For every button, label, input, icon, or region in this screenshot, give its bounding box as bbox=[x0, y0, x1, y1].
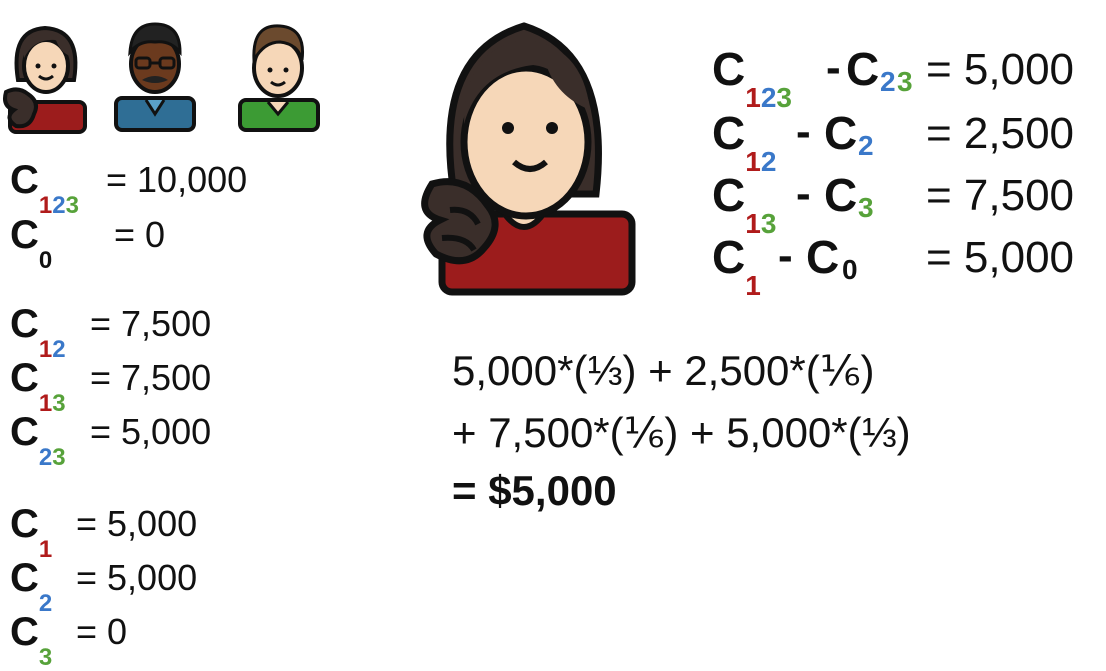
value: = 10,000 bbox=[106, 159, 248, 200]
woman-avatar-icon bbox=[3, 25, 87, 134]
c-symbol: C bbox=[712, 231, 746, 283]
marginal-row-3: C13 - C 3 = 7,500 bbox=[712, 169, 1102, 238]
c-symbol: C bbox=[10, 502, 39, 546]
c-symbol: C bbox=[10, 158, 39, 202]
coalition-23-row: C23 = 5,000 bbox=[10, 410, 211, 470]
c-symbol: C bbox=[712, 107, 746, 159]
subscript: 1 bbox=[745, 82, 761, 113]
value: = 5,000 bbox=[926, 233, 1075, 282]
subscript: 2 bbox=[52, 192, 66, 219]
c-symbol: C bbox=[10, 610, 39, 654]
minus-sign: - bbox=[778, 231, 793, 280]
subscript: 1 bbox=[745, 270, 761, 301]
man-avatar-icon bbox=[238, 24, 320, 132]
c-symbol: C bbox=[824, 107, 858, 159]
c-symbol: C bbox=[10, 410, 39, 454]
c-symbol: C bbox=[10, 213, 39, 257]
value: = 7,500 bbox=[90, 357, 212, 398]
value: = 7,500 bbox=[926, 171, 1075, 220]
c-symbol: C bbox=[846, 43, 880, 95]
subscript: 0 bbox=[38, 247, 53, 274]
coalition-3-row: C3 = 0 bbox=[10, 610, 127, 670]
value: = 5,000 bbox=[76, 503, 198, 544]
coalition-123-row: C123 = 10,000 bbox=[10, 158, 247, 218]
c-symbol: C bbox=[712, 169, 746, 221]
value: = 0 bbox=[76, 611, 128, 652]
coalition-1-row: C1 = 5,000 bbox=[10, 502, 197, 562]
formula-line-1: 5,000*(⅓) + 2,500*(⅙) bbox=[452, 347, 875, 394]
c-symbol: C bbox=[10, 356, 39, 400]
value: = 0 bbox=[114, 214, 166, 255]
subscript: 2 bbox=[38, 444, 53, 471]
value: = 2,500 bbox=[926, 109, 1075, 158]
c-symbol: C bbox=[806, 231, 840, 283]
c-symbol: C bbox=[824, 169, 858, 221]
marginal-row-2: C12 - C 2 = 2,500 bbox=[712, 107, 1102, 176]
value: = 5,000 bbox=[90, 411, 212, 452]
subscript: 3 bbox=[65, 192, 79, 219]
coalition-2-row: C2 = 5,000 bbox=[10, 556, 197, 616]
formula-total: = $5,000 bbox=[452, 467, 617, 514]
subscript: 2 bbox=[880, 66, 896, 97]
minus-sign: - bbox=[796, 107, 811, 156]
coalition-0-row: C0 = 0 bbox=[10, 213, 165, 273]
c-symbol: C bbox=[10, 302, 39, 346]
subscript: 3 bbox=[858, 192, 874, 223]
coalition-13-row: C13 = 7,500 bbox=[10, 356, 211, 416]
subscript: 2 bbox=[858, 130, 874, 161]
value: = 7,500 bbox=[90, 303, 212, 344]
subscript: 2 bbox=[760, 82, 777, 113]
subscript: 3 bbox=[52, 444, 66, 471]
subscript: 3 bbox=[776, 82, 792, 113]
woman-large-avatar-icon bbox=[421, 22, 636, 296]
minus-sign: - bbox=[796, 169, 811, 218]
man-glasses-avatar-icon bbox=[114, 22, 196, 132]
minus-sign: - bbox=[826, 43, 841, 92]
marginal-row-1: C123 - C 2 3 = 5,000 bbox=[712, 43, 1102, 112]
subscript: 3 bbox=[897, 66, 913, 97]
subscript: 0 bbox=[842, 254, 858, 285]
coalition-12-row: C12 = 7,500 bbox=[10, 302, 211, 362]
value: = 5,000 bbox=[76, 557, 198, 598]
formula-line-2: + 7,500*(⅙) + 5,000*(⅓) bbox=[452, 409, 911, 456]
subscript: 3 bbox=[38, 644, 53, 671]
value: = 5,000 bbox=[926, 45, 1075, 94]
c-symbol: C bbox=[10, 556, 39, 600]
c-symbol: C bbox=[712, 43, 746, 95]
marginal-row-4: C1 - C 0 = 5,000 bbox=[712, 231, 1102, 300]
